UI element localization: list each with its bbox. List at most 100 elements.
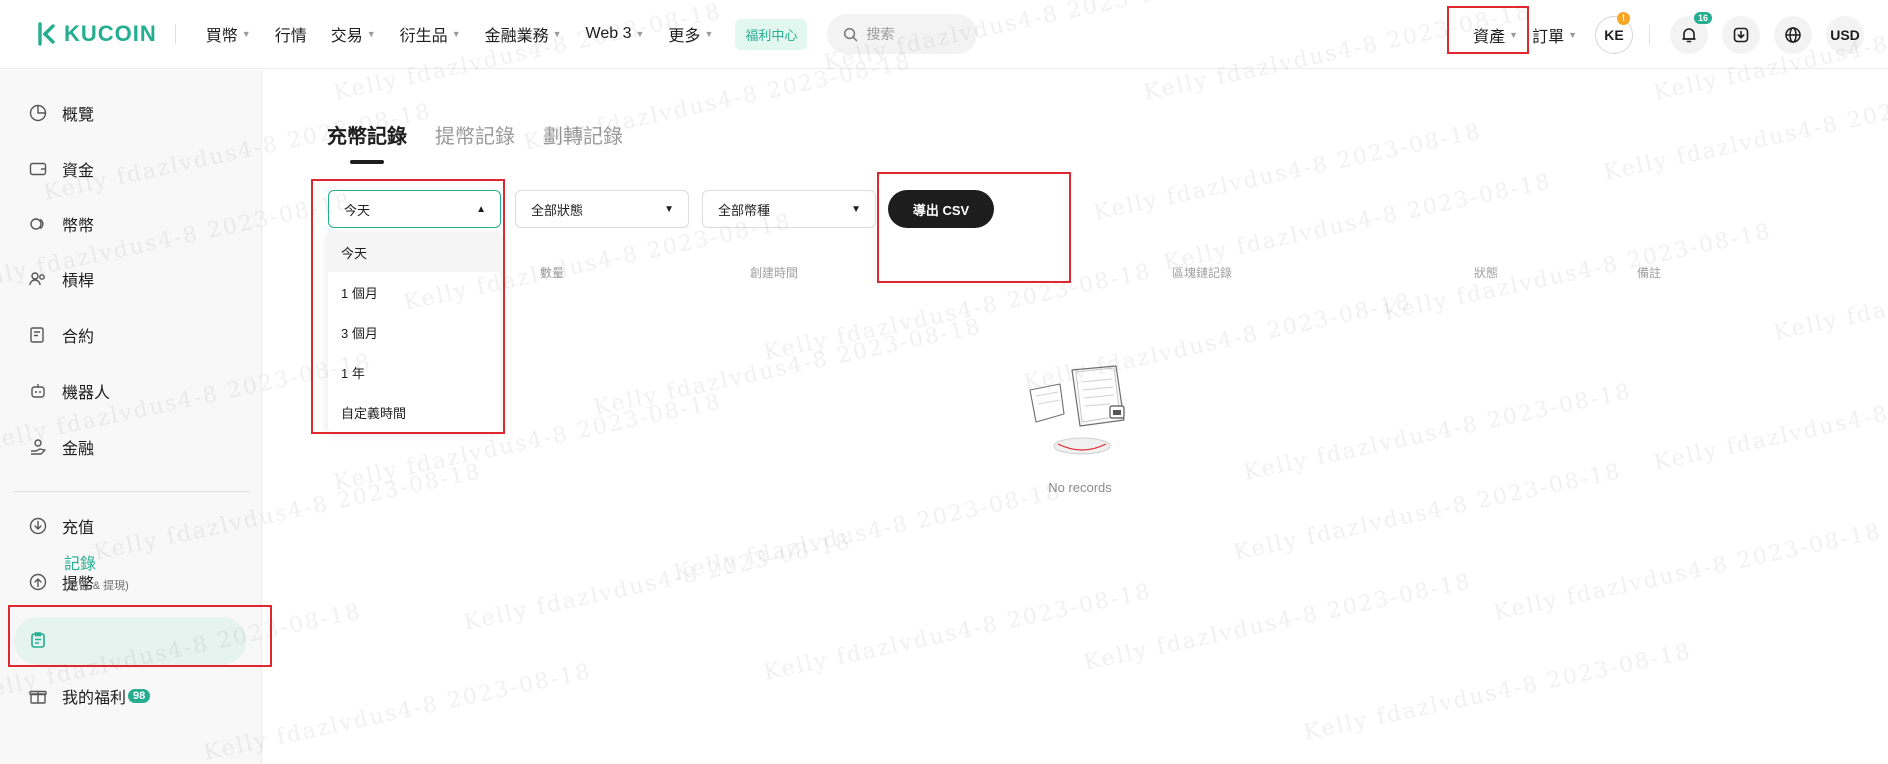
sidebar-item-bots[interactable]: 機器人 [28, 379, 110, 403]
watermark-text: Kelly fdazlvdus4-8 2023-08-18 [1651, 369, 1888, 476]
tab-withdraw-records[interactable]: 提幣記錄 [435, 120, 515, 149]
sidebar-item-earn[interactable]: 金融 [28, 435, 94, 459]
dropdown-option-custom-time[interactable]: 自定義時間 [328, 392, 500, 432]
watermark-text: Kelly fdazlvdus4-8 2023-08-18 [671, 479, 1064, 586]
column-header-blockchain-record: 區塊鏈記錄 [1172, 266, 1233, 280]
nav-trade[interactable]: 交易 ▼ [319, 14, 388, 54]
sidebar-item-records-active[interactable] [14, 617, 246, 665]
tab-deposit-records[interactable]: 充幣記錄 [327, 120, 407, 149]
dropdown-option-1-year[interactable]: 1 年 [328, 352, 500, 392]
caret-down-icon: ▼ [241, 29, 251, 39]
watermark-text: Kelly fdazlvdus4-8 2023-08-18 [761, 579, 1154, 686]
sidebar-item-label: 資金 [62, 163, 95, 180]
header-divider [1649, 24, 1650, 45]
withdraw-icon [29, 573, 47, 591]
caret-down-icon: ▼ [635, 29, 645, 39]
sidebar-item-label: 金融 [62, 441, 95, 458]
nav-markets[interactable]: 行情 [263, 14, 319, 54]
nav-more[interactable]: 更多 ▼ [656, 14, 725, 54]
nav-label: 行情 [274, 28, 307, 45]
sidebar-item-deposit[interactable]: 充值 [28, 514, 94, 538]
clipboard-icon [31, 632, 45, 648]
orders-menu[interactable]: 訂單 ▼ [1532, 23, 1577, 47]
notification-count-badge: 16 [1693, 11, 1712, 24]
sidebar-item-margin[interactable]: 槓桿 [28, 267, 94, 291]
sidebar-item-label: 概覽 [62, 107, 95, 124]
download-app-button[interactable] [1722, 15, 1760, 54]
sidebar-item-label: 合約 [62, 329, 95, 346]
nav-finance[interactable]: 金融業務 ▼ [473, 14, 574, 54]
pie-chart-icon [29, 104, 47, 122]
deposit-icon [29, 517, 47, 535]
sidebar-item-funding[interactable]: 資金 [28, 157, 94, 181]
coins-icon [30, 218, 44, 230]
nav-label: 衍生品 [399, 28, 448, 45]
brand-name: KUCOIN [64, 21, 157, 46]
nav-label: 交易 [330, 28, 363, 45]
tab-transfer-records[interactable]: 劃轉記錄 [543, 120, 623, 149]
status-select[interactable]: 全部狀態 ▼ [515, 190, 689, 228]
sidebar-item-label: 充值 [62, 520, 95, 537]
people-icon [29, 272, 45, 286]
orders-label: 訂單 [1532, 28, 1565, 46]
search-box[interactable]: 搜索 [827, 14, 978, 54]
sidebar-item-my-benefits[interactable]: 我的福利 98 [28, 684, 151, 708]
kucoin-logo-icon [38, 22, 55, 46]
coin-select[interactable]: 全部幣種 ▼ [702, 190, 876, 228]
watermark-layer: Kelly fdazlvdus4-8 2023-08-18Kelly fdazl… [0, 0, 1888, 764]
column-header-created-time: 創建時間 [750, 266, 799, 280]
nav-label: 更多 [668, 28, 701, 45]
time-range-dropdown: 今天 1 個月 3 個月 1 年 自定義時間 [328, 232, 500, 432]
watermark-text: Kelly fdazlvdus4-8 2023-08-18 [1601, 79, 1888, 186]
sidebar-item-futures[interactable]: 合約 [28, 323, 94, 347]
caret-down-icon: ▼ [704, 29, 714, 39]
caret-down-icon: ▼ [552, 29, 562, 39]
column-header-remark: 備註 [1637, 266, 1662, 280]
nav-label: 金融業務 [484, 28, 549, 45]
assets-label: 資產 [1473, 28, 1506, 46]
search-icon [844, 27, 858, 41]
dropdown-option-today[interactable]: 今天 [328, 232, 500, 272]
header-right: 資產 ▼ 訂單 ▼ KE ! 16 USD [1473, 0, 1864, 69]
bell-icon [1682, 27, 1696, 42]
notifications-button[interactable]: 16 [1670, 11, 1712, 54]
sidebar-item-spot[interactable]: 幣幣 [28, 212, 94, 236]
avatar[interactable]: KE ! [1595, 11, 1633, 54]
dropdown-option-1-month[interactable]: 1 個月 [328, 272, 500, 312]
caret-down-icon: ▼ [851, 203, 861, 215]
download-icon [1733, 27, 1749, 42]
currency-button[interactable]: USD [1826, 15, 1864, 54]
sidebar-item-overview[interactable]: 概覽 [28, 101, 94, 125]
contract-icon [30, 327, 44, 343]
main-nav: 買幣 ▼ 行情 交易 ▼ 衍生品 ▼ 金融業務 ▼ Web 3 ▼ 更多 ▼ 福利中心 [194, 14, 808, 54]
sidebar-divider [14, 491, 250, 492]
watermark-text: Kelly fdazlvdus4-8 2023-08-18 [1381, 219, 1774, 326]
nav-web3[interactable]: Web 3 ▼ [574, 14, 657, 54]
watermark-text: Kelly fdazlvdus4-8 2023-08-18 [1091, 119, 1484, 226]
column-header-status: 狀態 [1474, 266, 1499, 280]
caret-down-icon: ▼ [451, 29, 461, 39]
nav-label: 買幣 [205, 28, 238, 45]
time-range-select[interactable]: 今天 ▲ [328, 190, 501, 228]
kucoin-logo[interactable]: KUCOIN [32, 21, 157, 47]
empty-state-text: No records [1048, 480, 1112, 495]
benefit-count-badge: 98 [128, 689, 151, 703]
sidebar-item-records-text: 記錄 (充值 & 提現) [64, 550, 129, 593]
dropdown-option-3-months[interactable]: 3 個月 [328, 312, 500, 352]
robot-icon [31, 384, 45, 398]
sidebar: 概覽 資金 幣幣 槓桿 合約 機器人 金融 充值 提幣 記錄 (充值 & 提現) [0, 70, 262, 764]
nav-derivatives[interactable]: 衍生品 ▼ [388, 14, 473, 54]
empty-state-illustration [1020, 360, 1140, 475]
sidebar-item-label: 幣幣 [62, 218, 95, 235]
sidebar-item-label: 記錄 [64, 556, 97, 573]
coin-value: 全部幣種 [718, 202, 771, 218]
welfare-center-link[interactable]: 福利中心 [735, 18, 808, 50]
record-tabs: 充幣記錄 提幣記錄 劃轉記錄 [327, 120, 623, 149]
watermark-text: Kelly fdazlvdus4-8 2023-08-18 [1161, 169, 1554, 276]
assets-menu[interactable]: 資產 ▼ [1473, 23, 1518, 47]
language-button[interactable] [1774, 15, 1812, 54]
status-value: 全部狀態 [531, 202, 584, 218]
nav-buy-crypto[interactable]: 買幣 ▼ [194, 14, 263, 54]
export-csv-button[interactable]: 導出 CSV [888, 190, 994, 228]
watermark-text: Kelly fdazlvdus4-8 2023-08-18 [761, 259, 1154, 366]
